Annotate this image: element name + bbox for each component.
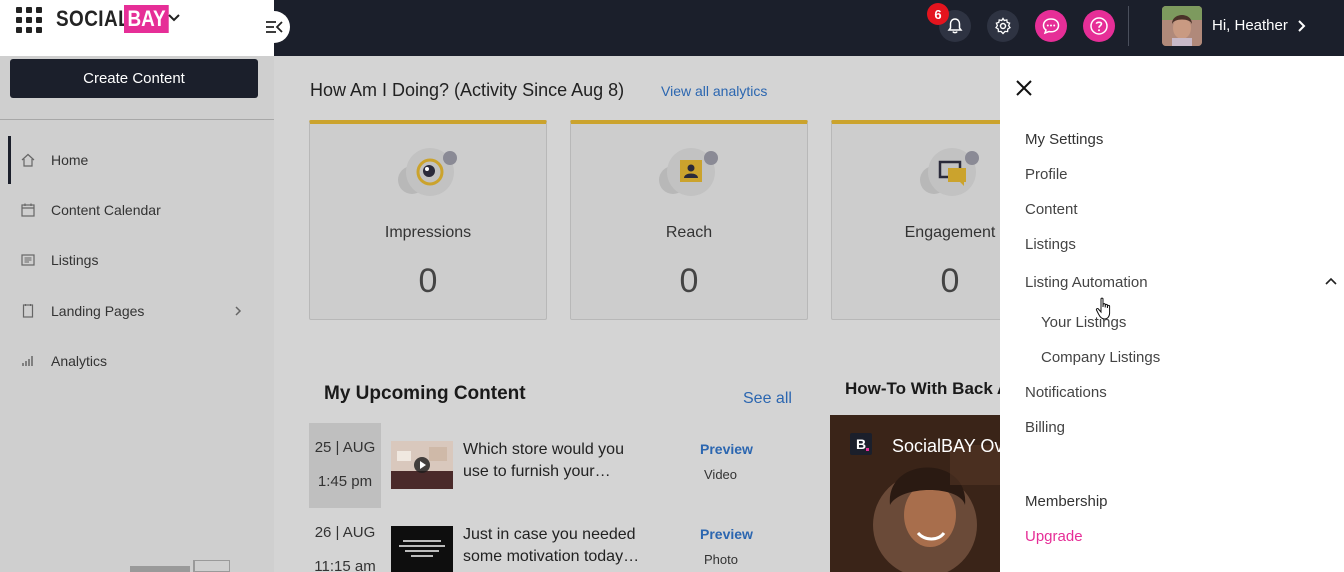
sidebar-item-listings[interactable]: Listings bbox=[0, 240, 274, 280]
home-icon bbox=[21, 153, 35, 167]
sidebar: Create Content Home Content Calendar Lis… bbox=[0, 56, 274, 572]
listings-icon bbox=[21, 254, 35, 266]
thumbnail-image bbox=[391, 526, 453, 572]
content-text: Which store would you use to furnish you… bbox=[463, 441, 624, 480]
stat-label: Impressions bbox=[384, 224, 472, 241]
sidebar-item-label: Analytics bbox=[51, 353, 108, 369]
stat-label: Engagement bbox=[904, 224, 996, 241]
list-item[interactable]: 25 | AUG 1:45 pm Which store would you u… bbox=[309, 423, 809, 508]
photo-thumbnail[interactable] bbox=[391, 526, 453, 572]
settings-heading: My Settings bbox=[1025, 131, 1104, 148]
app-grid-icon[interactable] bbox=[16, 7, 42, 33]
settings-button[interactable] bbox=[987, 10, 1019, 42]
video-thumbnail[interactable] bbox=[391, 441, 453, 489]
eye-icon bbox=[398, 148, 457, 196]
stat-card-reach[interactable]: Reach 0 bbox=[570, 120, 808, 320]
sidebar-item-home[interactable]: Home bbox=[0, 136, 274, 184]
view-all-analytics-link[interactable]: View all analytics bbox=[661, 83, 767, 99]
content-text: Just in case you needed some motivation … bbox=[463, 526, 640, 565]
back-at-you-logo bbox=[130, 560, 230, 572]
sidebar-item-analytics[interactable]: Analytics bbox=[0, 341, 274, 381]
see-all-link[interactable]: See all bbox=[743, 390, 792, 408]
date-block: 25 | AUG 1:45 pm bbox=[309, 423, 381, 508]
analytics-title: How Am I Doing? (Activity Since Aug 8) bbox=[310, 80, 625, 100]
avatar[interactable] bbox=[1162, 6, 1202, 46]
content-type: Photo bbox=[704, 552, 738, 567]
comment-icon bbox=[920, 148, 979, 196]
sidebar-item-label: Listings bbox=[51, 252, 99, 268]
settings-item-notifications[interactable]: Notifications bbox=[1025, 384, 1107, 401]
avatar-image bbox=[1162, 6, 1202, 46]
chevron-right-icon[interactable] bbox=[230, 303, 246, 319]
stat-card-engagement[interactable]: Engagement 0 bbox=[831, 120, 1000, 320]
settings-item-billing[interactable]: Billing bbox=[1025, 419, 1065, 436]
svg-text:B: B bbox=[856, 436, 866, 452]
brand-area: SOCIAL BAY bbox=[0, 0, 274, 56]
settings-panel: My Settings Profile Content Listings Lis… bbox=[1000, 56, 1344, 572]
bell-icon bbox=[947, 18, 963, 34]
analytics-icon bbox=[22, 356, 33, 366]
notification-count-badge: 6 bbox=[927, 3, 949, 25]
chat-icon bbox=[1042, 18, 1060, 35]
user-greeting[interactable]: Hi, Heather bbox=[1212, 17, 1288, 34]
chevron-up-icon[interactable] bbox=[1323, 274, 1339, 290]
thumbnail-image bbox=[391, 441, 453, 489]
sidebar-item-label: Landing Pages bbox=[51, 303, 145, 319]
time-label: 11:15 am bbox=[314, 558, 376, 572]
settings-item-content[interactable]: Content bbox=[1025, 201, 1078, 218]
settings-item-listing-automation[interactable]: Listing Automation bbox=[1025, 274, 1148, 291]
socialbay-logo-icon: B bbox=[850, 433, 872, 455]
upgrade-link[interactable]: Upgrade bbox=[1025, 528, 1083, 545]
howto-title: How-To With Back A bbox=[845, 379, 1000, 398]
sidebar-divider bbox=[0, 119, 274, 120]
calendar-icon bbox=[21, 203, 35, 217]
pages-icon bbox=[22, 304, 34, 318]
stat-label: Reach bbox=[665, 224, 713, 241]
logo-word-social: SOCIAL bbox=[56, 6, 131, 31]
preview-link[interactable]: Preview bbox=[700, 526, 753, 542]
sidebar-item-content-calendar[interactable]: Content Calendar bbox=[0, 190, 274, 230]
help-button[interactable] bbox=[1083, 10, 1115, 42]
menu-collapse-icon bbox=[266, 21, 283, 33]
date-label: 26 | AUG bbox=[314, 524, 376, 541]
preview-link[interactable]: Preview bbox=[700, 441, 753, 457]
logo-word-bay: BAY bbox=[124, 5, 170, 33]
settings-item-profile[interactable]: Profile bbox=[1025, 166, 1068, 183]
sidebar-item-landing-pages[interactable]: Landing Pages bbox=[0, 291, 274, 331]
upcoming-content-title: My Upcoming Content bbox=[324, 383, 526, 404]
close-icon[interactable] bbox=[1014, 78, 1034, 98]
chevron-down-icon[interactable] bbox=[166, 10, 182, 26]
stat-value: 0 bbox=[418, 262, 438, 300]
hand-cursor-icon bbox=[1095, 297, 1111, 320]
list-item[interactable]: 26 | AUG 11:15 am Just in case you neede… bbox=[309, 508, 809, 572]
contact-card-icon bbox=[659, 148, 718, 196]
create-content-button[interactable]: Create Content bbox=[10, 59, 258, 98]
content-type: Video bbox=[704, 467, 738, 482]
settings-item-listings[interactable]: Listings bbox=[1025, 236, 1076, 253]
messages-button[interactable] bbox=[1035, 10, 1067, 42]
settings-subitem-company-listings[interactable]: Company Listings bbox=[1041, 349, 1160, 366]
howto-video[interactable]: B SocialBAY Ov bbox=[830, 415, 1000, 572]
brand-logo[interactable]: SOCIAL BAY bbox=[56, 5, 176, 33]
help-icon bbox=[1090, 17, 1108, 35]
date-label: 25 | AUG bbox=[314, 439, 376, 456]
time-label: 1:45 pm bbox=[317, 473, 373, 490]
stat-value: 0 bbox=[679, 262, 699, 300]
topbar-divider bbox=[1128, 6, 1129, 46]
gear-icon bbox=[995, 17, 1011, 35]
chevron-right-icon[interactable] bbox=[1294, 18, 1310, 34]
top-bar: SOCIAL BAY 6 Hi, Heather bbox=[0, 0, 1344, 56]
sidebar-item-label: Content Calendar bbox=[51, 202, 161, 218]
sidebar-item-label: Home bbox=[51, 152, 89, 168]
date-block: 26 | AUG 11:15 am bbox=[309, 508, 381, 572]
video-title: SocialBAY Ov bbox=[892, 436, 1000, 456]
collapse-sidebar-button[interactable] bbox=[258, 11, 290, 43]
membership-heading: Membership bbox=[1025, 493, 1108, 510]
main-content: How Am I Doing? (Activity Since Aug 8) V… bbox=[274, 56, 1000, 572]
stat-card-impressions[interactable]: Impressions 0 bbox=[309, 120, 547, 320]
stat-value: 0 bbox=[940, 262, 960, 300]
